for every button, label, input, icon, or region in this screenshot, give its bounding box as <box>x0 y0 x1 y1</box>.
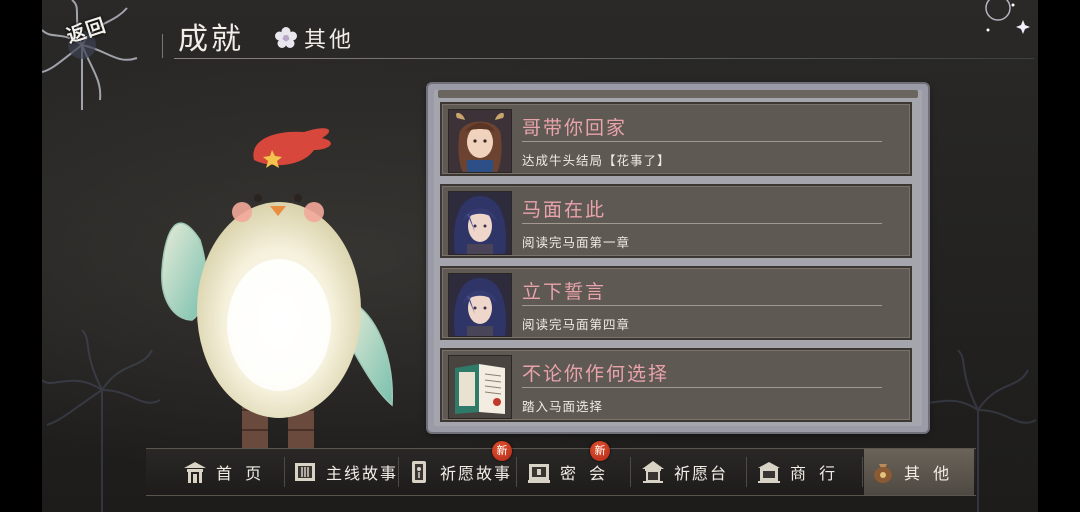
pavilion-icon <box>642 461 664 483</box>
sparkle-decoration <box>985 0 1030 34</box>
sakura-icon <box>275 27 297 48</box>
nav-divider <box>746 457 747 487</box>
achievement-item[interactable]: 哥带你回家 达成牛头结局【花事了】 <box>440 102 912 176</box>
panel-scroll-edge <box>438 90 918 98</box>
nav-home[interactable]: 首 页 <box>176 449 284 495</box>
nav-shop-label: 商 行 <box>790 464 840 483</box>
achievement-desc: 阅读完马面第一章 <box>522 235 631 250</box>
mamian-avatar-icon <box>448 273 512 337</box>
nav-wish-story[interactable]: 祈愿故事 新 <box>400 441 516 495</box>
achievement-divider <box>522 141 882 142</box>
header-bracket <box>162 34 177 58</box>
achievement-item[interactable]: 立下誓言 阅读完马面第四章 <box>440 266 912 340</box>
mascot-bird <box>161 128 393 462</box>
mamian-avatar-icon <box>448 191 512 255</box>
nav-wish-story-label: 祈愿故事 <box>440 464 513 483</box>
nav-secret-meeting-label: 密 会 <box>560 464 610 483</box>
book-icon <box>448 355 512 419</box>
nav-secret-meeting[interactable]: 密 会 新 <box>520 441 630 495</box>
nav-main-story[interactable]: 主线故事 <box>286 449 398 495</box>
nav-shop[interactable]: 商 行 <box>750 449 862 495</box>
nav-home-label: 首 页 <box>216 464 266 483</box>
new-badge: 新 <box>590 441 610 461</box>
letterbox-right <box>1038 0 1080 512</box>
letterbox-left <box>0 0 42 512</box>
achievement-divider <box>522 305 882 306</box>
pouch-icon <box>874 464 892 483</box>
page-title: 成就 <box>178 22 244 57</box>
home-gate-icon <box>184 462 206 483</box>
achievement-desc: 达成牛头结局【花事了】 <box>522 153 671 168</box>
spider-lily-decoration-left <box>42 330 161 512</box>
achievement-divider <box>522 387 882 388</box>
achievement-title: 立下誓言 <box>522 281 607 303</box>
tab-other[interactable]: 其他 <box>274 22 354 54</box>
achievement-panel[interactable]: 哥带你回家 达成牛头结局【花事了】 马面在此 阅读完马面第一章 立下誓言 阅读完… <box>428 84 928 432</box>
shop-icon <box>758 462 780 483</box>
scroll-book-icon <box>295 463 315 481</box>
achievement-item[interactable]: 马面在此 阅读完马面第一章 <box>440 184 912 258</box>
nav-other[interactable]: 其 他 <box>864 449 974 495</box>
achievement-title: 哥带你回家 <box>522 117 628 139</box>
nav-divider <box>284 457 285 487</box>
tab-other-label: 其他 <box>304 28 355 53</box>
game-screen: 返回 成就 其他 哥带你回家 达成牛头结局【花事了】 马面在此 阅读完马面第一章… <box>42 0 1038 512</box>
achievement-title: 马面在此 <box>522 199 607 221</box>
nav-divider <box>516 457 517 487</box>
talisman-icon <box>412 461 426 483</box>
niutou-avatar-icon <box>448 109 512 173</box>
nav-divider <box>862 457 863 487</box>
meeting-frame-icon <box>528 464 550 483</box>
achievement-title: 不论你作何选择 <box>522 363 670 385</box>
new-badge: 新 <box>492 441 512 461</box>
bottom-nav: 首 页 主线故事 祈愿故事 新 密 会 新 祈愿台 商 行 其 他 <box>146 441 976 496</box>
nav-other-label: 其 他 <box>904 464 954 483</box>
nav-main-story-label: 主线故事 <box>326 464 399 483</box>
achievement-desc: 阅读完马面第四章 <box>522 317 631 332</box>
nav-divider <box>630 457 631 487</box>
back-button[interactable]: 返回 <box>42 0 162 110</box>
achievement-item[interactable]: 不论你作何选择 踏入马面选择 <box>440 348 912 422</box>
achievement-divider <box>522 223 882 224</box>
nav-wish-altar-label: 祈愿台 <box>674 464 729 483</box>
nav-divider <box>398 457 399 487</box>
achievement-desc: 踏入马面选择 <box>522 399 604 414</box>
nav-wish-altar[interactable]: 祈愿台 <box>634 449 746 495</box>
header-divider <box>174 58 1034 59</box>
